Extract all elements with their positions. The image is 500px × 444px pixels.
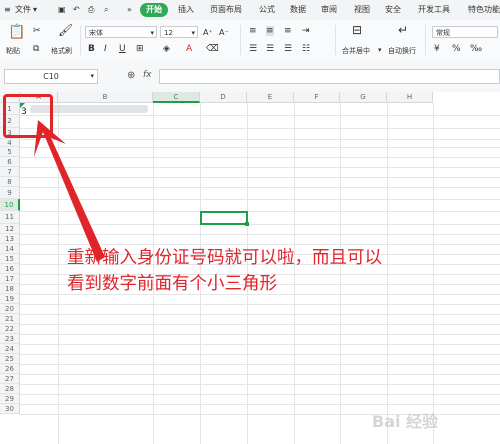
- watermark-logo: Bai 经验: [372, 412, 439, 431]
- toolbar-divider: [425, 25, 426, 55]
- name-box[interactable]: C10 ▾: [4, 69, 98, 84]
- merge-center-icon[interactable]: ⊟: [352, 24, 362, 36]
- tab-data[interactable]: 数据: [290, 3, 306, 17]
- tab-view[interactable]: 视图: [354, 3, 370, 17]
- cell-reference: C10: [43, 72, 59, 81]
- wrap-text-icon[interactable]: ↵: [398, 24, 408, 36]
- undo-history-icon[interactable]: ↶: [73, 3, 80, 17]
- chevron-down-icon: ▾: [90, 72, 94, 80]
- align-middle-icon[interactable]: ≡: [266, 26, 274, 36]
- print-preview-icon[interactable]: ⌕: [104, 3, 108, 17]
- more-icon[interactable]: »: [127, 3, 132, 17]
- print-icon[interactable]: ⎙: [88, 3, 94, 17]
- thousands-icon[interactable]: ‰: [470, 44, 482, 54]
- paste-icon[interactable]: 📋: [8, 25, 25, 39]
- menu-file[interactable]: 文件: [15, 3, 31, 17]
- tab-formulas[interactable]: 公式: [259, 3, 275, 17]
- currency-icon[interactable]: ¥: [434, 44, 440, 54]
- font-size-value: 12: [164, 29, 173, 37]
- tab-security[interactable]: 安全: [385, 3, 401, 17]
- merge-center-button[interactable]: 合并居中: [342, 46, 370, 56]
- font-size-select[interactable]: 12 ▾: [160, 26, 198, 38]
- border-icon[interactable]: ⊞: [136, 44, 144, 54]
- tab-home[interactable]: 开始: [140, 3, 168, 17]
- tab-insert[interactable]: 插入: [178, 3, 194, 17]
- italic-icon[interactable]: I: [104, 44, 107, 54]
- tab-special-features[interactable]: 特色功能: [468, 3, 500, 17]
- align-bottom-icon[interactable]: ≡: [284, 26, 292, 36]
- indent-icon[interactable]: ⇥: [302, 26, 310, 36]
- percent-icon[interactable]: %: [452, 44, 461, 54]
- align-right-icon[interactable]: ☰: [284, 44, 292, 54]
- chevron-down-icon: ▾: [191, 29, 195, 37]
- annotation-text: 重新输入身份证号码就可以啦，而且可以 看到数字前面有个小三角形: [67, 248, 382, 294]
- justify-icon[interactable]: ☷: [302, 44, 310, 54]
- align-left-icon[interactable]: ☰: [249, 44, 257, 54]
- number-format-value: 常规: [436, 29, 450, 37]
- menu-bar: ≡ 文件 ▾ ▣ ↶ ⎙ ⌕ » 开始 插入 页面布局 公式 数据 审阅 视图 …: [0, 0, 500, 21]
- chevron-down-icon[interactable]: ▾: [378, 46, 382, 54]
- toolbar-divider: [80, 25, 81, 55]
- paste-button[interactable]: 粘贴: [6, 46, 20, 56]
- format-painter-icon[interactable]: 🖌: [58, 24, 73, 36]
- increase-font-icon[interactable]: A⁺: [203, 28, 213, 38]
- underline-icon[interactable]: U: [119, 44, 126, 54]
- decrease-font-icon[interactable]: A⁻: [219, 28, 229, 38]
- align-center-icon[interactable]: ☰: [266, 44, 274, 54]
- format-painter-button[interactable]: 格式刷: [51, 46, 72, 56]
- app-menu-icon[interactable]: ≡: [4, 3, 11, 17]
- fill-color-icon[interactable]: ◈: [163, 44, 170, 54]
- formula-input[interactable]: [159, 69, 500, 84]
- align-top-icon[interactable]: ≡: [249, 26, 257, 36]
- arrow-shape: [34, 120, 105, 262]
- zoom-icon[interactable]: ⊕: [127, 70, 135, 81]
- tab-developer[interactable]: 开发工具: [418, 3, 450, 17]
- chevron-down-icon[interactable]: ▾: [33, 3, 37, 17]
- tab-review[interactable]: 审阅: [321, 3, 337, 17]
- bold-icon[interactable]: B: [88, 44, 95, 54]
- copy-icon[interactable]: ⧉: [33, 44, 39, 54]
- chevron-down-icon: ▾: [150, 29, 154, 37]
- fx-icon[interactable]: fx: [143, 70, 152, 80]
- save-icon[interactable]: ▣: [58, 3, 66, 17]
- font-color-icon[interactable]: A: [186, 44, 192, 54]
- cut-icon[interactable]: ✂: [33, 26, 41, 36]
- toolbar-divider: [335, 25, 336, 55]
- tab-page-layout[interactable]: 页面布局: [210, 3, 242, 17]
- clear-format-icon[interactable]: ⌫: [206, 44, 219, 54]
- ribbon-toolbar: 📋 粘贴 ✂ ⧉ 🖌 格式刷 宋体 ▾ 12 ▾ A⁺ A⁻ B I U ⊞ ◈…: [0, 20, 500, 61]
- font-name-select[interactable]: 宋体 ▾: [85, 26, 157, 38]
- number-format-select[interactable]: 常规: [432, 26, 498, 38]
- spreadsheet-grid[interactable]: ABCDEFGH 1 2 3 4 5 6 7 8 9 10 11 12 13 14 15 16 17 18 19 20…: [0, 92, 500, 444]
- formula-bar: C10 ▾ ⊕ fx: [0, 60, 500, 93]
- wrap-text-button[interactable]: 自动换行: [388, 46, 416, 56]
- toolbar-divider: [240, 25, 241, 55]
- font-name-value: 宋体: [89, 29, 103, 37]
